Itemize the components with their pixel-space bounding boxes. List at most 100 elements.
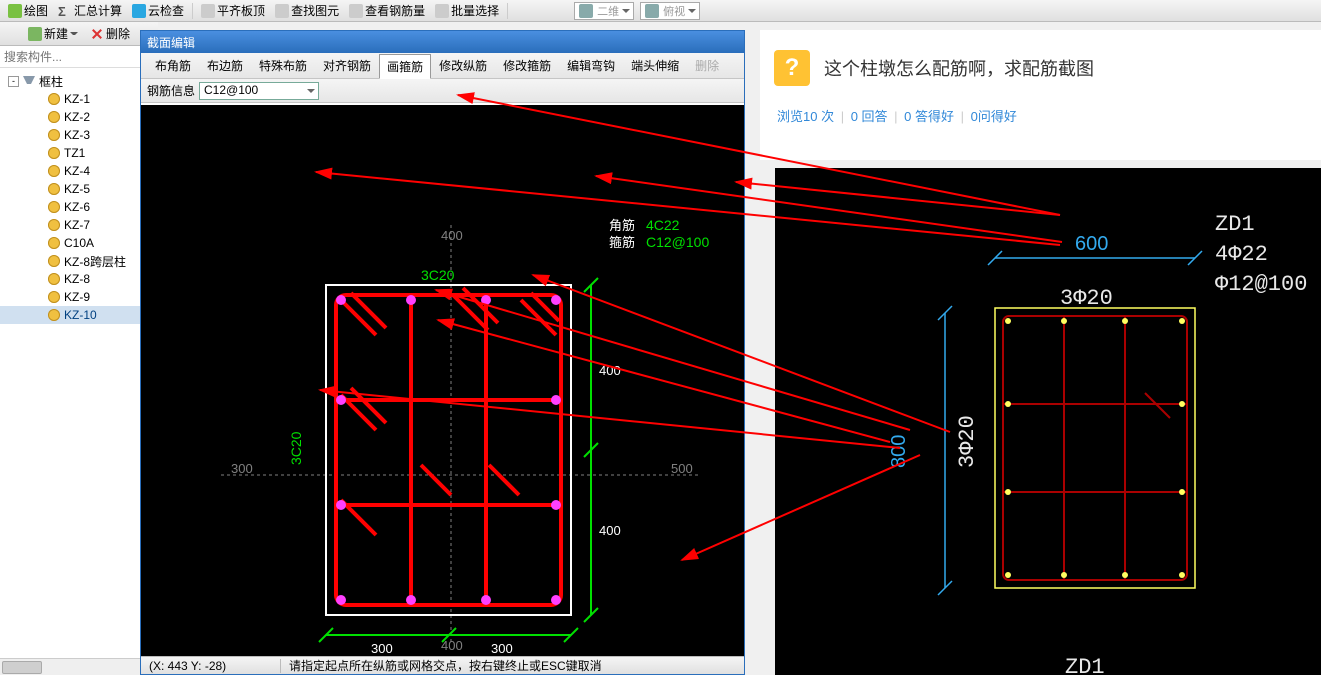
component-toolbar: 新建 删除 bbox=[0, 22, 158, 46]
tree-item-KZ-1[interactable]: KZ-1 bbox=[0, 90, 157, 108]
gear-icon bbox=[48, 165, 60, 177]
view-2d-combo[interactable]: 二维 bbox=[574, 2, 634, 20]
component-tree-panel: -框柱 KZ-1KZ-2KZ-3TZ1KZ-4KZ-5KZ-6KZ-7C10AK… bbox=[0, 46, 158, 675]
search-input[interactable] bbox=[4, 50, 159, 64]
divider bbox=[507, 3, 508, 19]
gear-icon bbox=[48, 129, 60, 141]
gear-icon bbox=[48, 219, 60, 231]
ask-link[interactable]: 0问得好 bbox=[971, 109, 1017, 124]
rebar-label: 钢筋信息 bbox=[147, 82, 195, 99]
cloud-icon bbox=[132, 4, 146, 18]
tree-item-KZ-2[interactable]: KZ-2 bbox=[0, 108, 157, 126]
tree-item-KZ-6[interactable]: KZ-6 bbox=[0, 198, 157, 216]
delete-icon bbox=[90, 27, 104, 41]
gear-icon bbox=[48, 147, 60, 159]
gear-icon bbox=[48, 273, 60, 285]
tb-level[interactable]: 平齐板顶 bbox=[197, 1, 269, 21]
gear-icon bbox=[48, 111, 60, 123]
section-drawing: 400 300 500 400 bbox=[141, 105, 746, 657]
tree-item-KZ-10[interactable]: KZ-10 bbox=[0, 306, 157, 324]
tab-端头伸缩[interactable]: 端头伸缩 bbox=[623, 53, 687, 78]
svg-text:400: 400 bbox=[441, 228, 463, 243]
gear-icon bbox=[48, 237, 60, 249]
svg-text:Φ12@100: Φ12@100 bbox=[1215, 272, 1307, 297]
delete-button[interactable]: 删除 bbox=[86, 24, 134, 44]
svg-text:3C20: 3C20 bbox=[421, 267, 455, 283]
gear-icon bbox=[48, 291, 60, 303]
grid-icon bbox=[579, 4, 593, 18]
svg-text:400: 400 bbox=[599, 523, 621, 538]
h-scrollbar[interactable]: ▶ bbox=[0, 658, 157, 675]
tree-item-C10A[interactable]: C10A bbox=[0, 234, 157, 252]
reference-drawing: 600 800 ZD1 4Φ22 Φ12@100 3Φ20 3Φ20 ZD1 bbox=[775, 168, 1321, 675]
view-top-combo[interactable]: 俯视 bbox=[640, 2, 700, 20]
svg-text:4Φ22: 4Φ22 bbox=[1215, 242, 1268, 267]
tab-画箍筋[interactable]: 画箍筋 bbox=[379, 54, 431, 79]
tab-编辑弯钩[interactable]: 编辑弯钩 bbox=[559, 53, 623, 78]
svg-text:800: 800 bbox=[888, 435, 910, 468]
svg-text:500: 500 bbox=[671, 461, 693, 476]
tree-item-TZ1[interactable]: TZ1 bbox=[0, 144, 157, 162]
tree-root[interactable]: -框柱 bbox=[0, 72, 157, 90]
component-tree[interactable]: -框柱 KZ-1KZ-2KZ-3TZ1KZ-4KZ-5KZ-6KZ-7C10AK… bbox=[0, 68, 157, 657]
tb-view-rebar[interactable]: 查看钢筋量 bbox=[345, 1, 429, 21]
sigma-icon: Σ bbox=[58, 4, 72, 18]
select-icon bbox=[435, 4, 449, 18]
svg-text:600: 600 bbox=[1075, 233, 1108, 255]
gear-icon bbox=[48, 255, 60, 267]
tab-布角筋[interactable]: 布角筋 bbox=[147, 53, 199, 78]
tb-batch[interactable]: 批量选择 bbox=[431, 1, 503, 21]
plus-icon bbox=[28, 27, 42, 41]
chevron-down-icon bbox=[70, 30, 78, 38]
main-toolbar: 绘图 Σ汇总计算 云检查 平齐板顶 查找图元 查看钢筋量 批量选择 二维 俯视 bbox=[0, 0, 1321, 22]
tree-item-KZ-4[interactable]: KZ-4 bbox=[0, 162, 157, 180]
tab-修改箍筋[interactable]: 修改箍筋 bbox=[495, 53, 559, 78]
svg-text:3Φ20: 3Φ20 bbox=[1060, 286, 1113, 311]
rebar-icon bbox=[349, 4, 363, 18]
views-link[interactable]: 浏览10 次 bbox=[777, 109, 834, 124]
question-title: 这个柱墩怎么配筋啊，求配筋截图 bbox=[824, 55, 1094, 81]
question-panel: ? 这个柱墩怎么配筋啊，求配筋截图 浏览10 次 | 0 回答 | 0 答得好 … bbox=[760, 30, 1321, 160]
svg-text:ZD1: ZD1 bbox=[1065, 655, 1105, 675]
tab-布边筋[interactable]: 布边筋 bbox=[199, 53, 251, 78]
divider bbox=[192, 3, 193, 19]
tab-特殊布筋[interactable]: 特殊布筋 bbox=[251, 53, 315, 78]
tree-item-KZ-8跨层柱[interactable]: KZ-8跨层柱 bbox=[0, 252, 157, 270]
tb-draw[interactable]: 绘图 bbox=[4, 1, 52, 21]
svg-text:3Φ20: 3Φ20 bbox=[955, 415, 980, 468]
section-editor-window: 截面编辑 布角筋布边筋特殊布筋对齐钢筋画箍筋修改纵筋修改箍筋编辑弯钩端头伸缩删除… bbox=[140, 30, 745, 675]
tb-sum[interactable]: Σ汇总计算 bbox=[54, 1, 126, 21]
find-icon bbox=[275, 4, 289, 18]
collapse-icon[interactable]: - bbox=[8, 76, 19, 87]
tree-item-KZ-8[interactable]: KZ-8 bbox=[0, 270, 157, 288]
svg-text:4C22: 4C22 bbox=[646, 217, 680, 233]
editor-tabs: 布角筋布边筋特殊布筋对齐钢筋画箍筋修改纵筋修改箍筋编辑弯钩端头伸缩删除 bbox=[141, 53, 744, 79]
cad-canvas[interactable]: 400 300 500 400 bbox=[141, 105, 744, 656]
answers-link[interactable]: 0 回答 bbox=[851, 109, 888, 124]
svg-text:3C20: 3C20 bbox=[288, 431, 304, 465]
tree-item-KZ-7[interactable]: KZ-7 bbox=[0, 216, 157, 234]
tree-item-KZ-9[interactable]: KZ-9 bbox=[0, 288, 157, 306]
gear-icon bbox=[48, 183, 60, 195]
tab-对齐钢筋[interactable]: 对齐钢筋 bbox=[315, 53, 379, 78]
svg-text:角筋: 角筋 bbox=[609, 218, 635, 233]
svg-text:C12@100: C12@100 bbox=[646, 234, 709, 250]
tree-item-KZ-3[interactable]: KZ-3 bbox=[0, 126, 157, 144]
coord-readout: (X: 443 Y: -28) bbox=[141, 659, 281, 673]
svg-text:400: 400 bbox=[441, 638, 463, 653]
tree-item-KZ-5[interactable]: KZ-5 bbox=[0, 180, 157, 198]
svg-text:箍筋: 箍筋 bbox=[609, 235, 635, 250]
level-icon bbox=[201, 4, 215, 18]
new-button[interactable]: 新建 bbox=[24, 24, 82, 44]
gear-icon bbox=[48, 201, 60, 213]
tab-修改纵筋[interactable]: 修改纵筋 bbox=[431, 53, 495, 78]
svg-text:ZD1: ZD1 bbox=[1215, 212, 1255, 237]
good-link[interactable]: 0 答得好 bbox=[904, 109, 954, 124]
tb-find[interactable]: 查找图元 bbox=[271, 1, 343, 21]
gear-icon bbox=[48, 93, 60, 105]
window-title[interactable]: 截面编辑 bbox=[141, 31, 744, 53]
search-row bbox=[0, 46, 157, 68]
scroll-thumb[interactable] bbox=[2, 661, 42, 674]
rebar-input[interactable]: C12@100 bbox=[199, 82, 319, 100]
tb-cloud[interactable]: 云检查 bbox=[128, 1, 188, 21]
